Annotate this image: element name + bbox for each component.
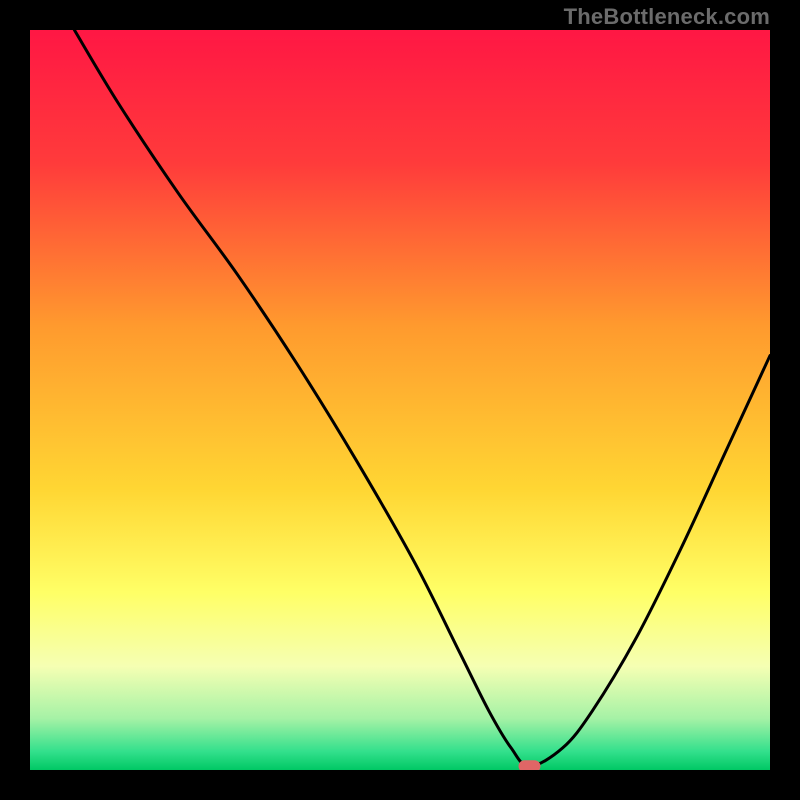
watermark-text: TheBottleneck.com — [564, 4, 770, 30]
bottleneck-chart — [30, 30, 770, 770]
optimal-point-marker — [519, 760, 541, 770]
chart-frame: TheBottleneck.com — [0, 0, 800, 800]
gradient-background — [30, 30, 770, 770]
